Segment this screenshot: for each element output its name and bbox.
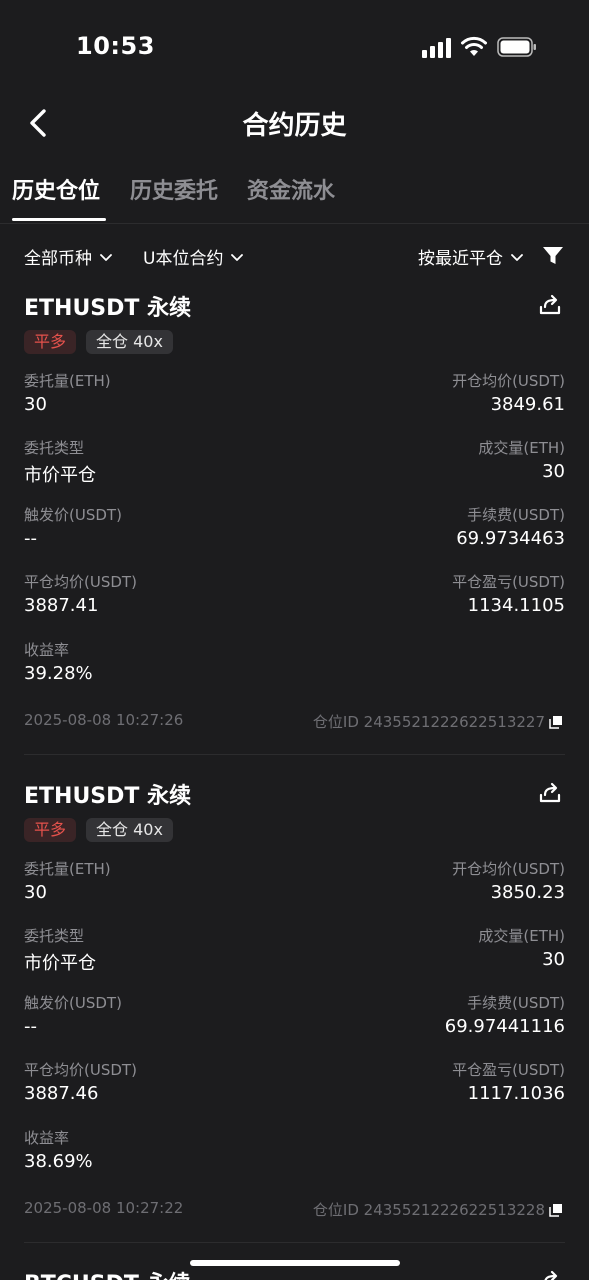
avg-open-label: 开仓均价(USDT): [452, 860, 565, 878]
pnl-label: 平仓盈亏(USDT): [452, 573, 565, 591]
avg-open-label: 开仓均价(USDT): [452, 372, 565, 390]
side-tag: 平多: [24, 818, 77, 842]
coin-filter-dropdown[interactable]: 全部币种: [24, 244, 114, 269]
roi-value: 38.69%: [24, 1151, 93, 1172]
card-symbol: ETHUSDT 永续: [24, 296, 192, 321]
position-card[interactable]: ETHUSDT 永续 平多 全仓 40x 委托量(ETH) 30 开仓均价(US…: [0, 290, 589, 760]
battery-icon: [497, 37, 536, 57]
coin-filter-label: 全部币种: [24, 249, 92, 269]
page-title: 合约历史: [242, 111, 347, 141]
close-timestamp: 2025-08-08 10:27:26: [24, 711, 184, 729]
position-id-text: 仓位ID 2435521222622513228: [312, 1201, 545, 1219]
position-id-text: 仓位ID 2435521222622513227: [312, 713, 545, 731]
filter-bar: 全部币种 U本位合约 按最近平仓: [0, 238, 589, 278]
contract-filter-label: U本位合约: [143, 249, 224, 269]
roi-label: 收益率: [24, 1129, 70, 1147]
sort-dropdown[interactable]: 按最近平仓: [418, 244, 525, 269]
fee-value: 69.9734463: [456, 528, 565, 549]
trigger-price-value: --: [24, 528, 37, 549]
fee-label: 手续费(USDT): [467, 506, 565, 524]
pnl-value: 1134.1105: [467, 595, 565, 616]
position-id[interactable]: 仓位ID 2435521222622513228: [313, 1199, 563, 1220]
share-icon[interactable]: [538, 780, 562, 804]
avg-close-value: 3887.46: [24, 1083, 99, 1104]
contract-filter-dropdown[interactable]: U本位合约: [143, 244, 245, 269]
avg-open-value: 3850.23: [490, 882, 565, 903]
active-tab-indicator: [12, 218, 106, 221]
screen: 10:53 合约历史 历史仓位 历史委托 资金流水 全部币种 U本位合约 按最近…: [0, 0, 589, 1280]
fee-label: 手续费(USDT): [467, 994, 565, 1012]
order-qty-label: 委托量(ETH): [24, 860, 111, 878]
order-type-label: 委托类型: [24, 439, 85, 457]
filled-qty-label: 成交量(ETH): [478, 927, 565, 945]
order-qty-value: 30: [24, 394, 47, 415]
order-type-value: 市价平仓: [24, 953, 96, 974]
margin-mode-tag: 全仓 40x: [86, 818, 173, 842]
margin-mode-tag: 全仓 40x: [86, 330, 173, 354]
filter-funnel-icon[interactable]: [542, 246, 564, 266]
roi-value: 39.28%: [24, 663, 93, 684]
chevron-down-icon: [231, 253, 244, 261]
card-symbol: BTCUSDT 永续: [24, 1266, 191, 1280]
filled-qty-value: 30: [542, 949, 565, 970]
position-card[interactable]: ETHUSDT 永续 平多 全仓 40x 委托量(ETH) 30 开仓均价(US…: [0, 778, 589, 1248]
avg-open-value: 3849.61: [490, 394, 565, 415]
status-bar: 10:53: [0, 0, 589, 95]
share-icon[interactable]: [538, 1268, 562, 1280]
avg-close-value: 3887.41: [24, 595, 99, 616]
close-timestamp: 2025-08-08 10:27:22: [24, 1199, 184, 1217]
tab-position-history[interactable]: 历史仓位: [12, 173, 100, 205]
avg-close-label: 平仓均价(USDT): [24, 1061, 137, 1079]
share-icon[interactable]: [538, 292, 562, 316]
card-symbol: ETHUSDT 永续: [24, 784, 192, 809]
order-qty-label: 委托量(ETH): [24, 372, 111, 390]
position-id[interactable]: 仓位ID 2435521222622513227: [313, 711, 563, 732]
filled-qty-label: 成交量(ETH): [478, 439, 565, 457]
cellular-signal-icon: [422, 38, 452, 58]
tab-bar: 历史仓位 历史委托 资金流水: [0, 165, 589, 224]
wifi-icon: [461, 36, 487, 56]
trigger-price-value: --: [24, 1016, 37, 1037]
pnl-label: 平仓盈亏(USDT): [452, 1061, 565, 1079]
copy-icon[interactable]: [549, 1203, 563, 1217]
tab-fund-flow[interactable]: 资金流水: [247, 173, 335, 205]
order-type-label: 委托类型: [24, 927, 85, 945]
chevron-down-icon: [511, 253, 523, 261]
trigger-price-label: 触发价(USDT): [24, 994, 122, 1012]
fee-value: 69.97441116: [444, 1016, 565, 1037]
sort-label: 按最近平仓: [418, 249, 503, 269]
status-time: 10:53: [76, 32, 155, 60]
card-divider: [24, 1242, 565, 1243]
trigger-price-label: 触发价(USDT): [24, 506, 122, 524]
tab-order-history[interactable]: 历史委托: [130, 173, 218, 205]
roi-label: 收益率: [24, 641, 70, 659]
chevron-down-icon: [100, 253, 112, 261]
position-card[interactable]: BTCUSDT 永续: [0, 1266, 589, 1280]
home-indicator[interactable]: [190, 1260, 400, 1266]
card-divider: [24, 754, 565, 755]
order-type-value: 市价平仓: [24, 465, 96, 486]
order-qty-value: 30: [24, 882, 47, 903]
side-tag: 平多: [24, 330, 77, 354]
header: 合约历史: [0, 95, 589, 155]
filled-qty-value: 30: [542, 461, 565, 482]
copy-icon[interactable]: [549, 715, 563, 729]
pnl-value: 1117.1036: [467, 1083, 565, 1104]
avg-close-label: 平仓均价(USDT): [24, 573, 137, 591]
